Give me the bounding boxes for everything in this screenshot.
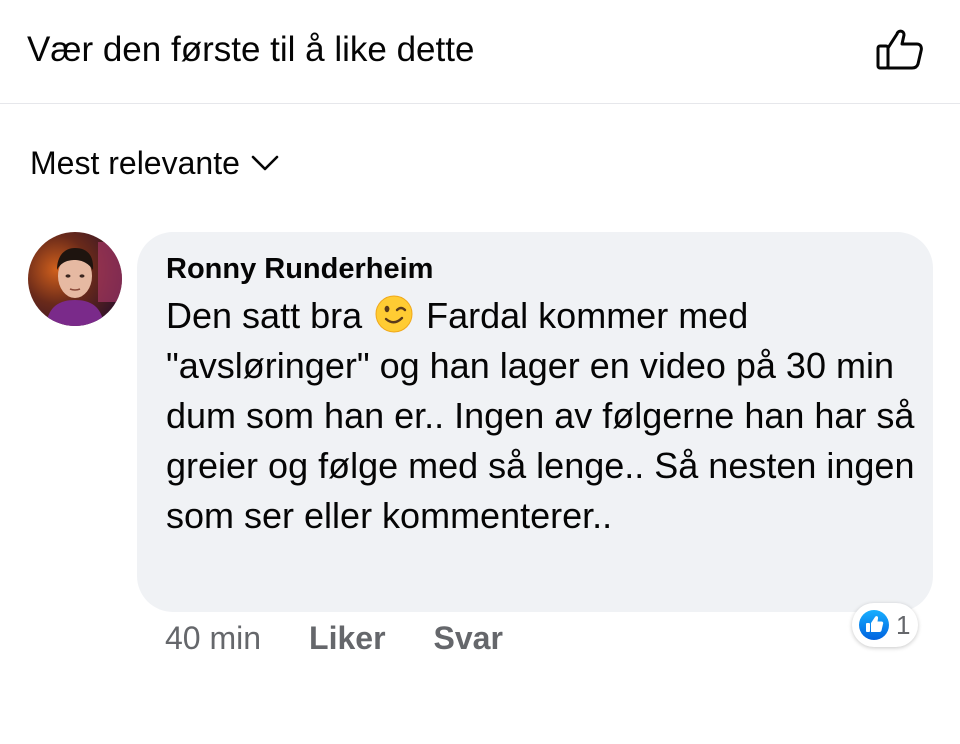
profile-photo: [28, 232, 122, 326]
reactions-header: Vær den første til å like dette: [0, 0, 960, 104]
comment-author[interactable]: Ronny Runderheim: [166, 251, 433, 287]
first-to-like-text[interactable]: Vær den første til å like dette: [27, 30, 474, 70]
comment-text-start: Den satt bra: [166, 295, 363, 336]
thumbs-up-outline-icon: [876, 29, 923, 70]
reaction-summary[interactable]: 1: [852, 603, 919, 647]
like-reaction-icon: [859, 610, 889, 640]
comment-timestamp[interactable]: 40 min: [165, 620, 261, 657]
winking-face-emoji: [375, 295, 413, 333]
like-comment-button[interactable]: Liker: [309, 620, 385, 657]
sort-dropdown[interactable]: Mest relevante: [30, 143, 280, 183]
comment-actions: 40 min Liker Svar: [165, 618, 503, 658]
reaction-count: 1: [896, 609, 911, 640]
avatar[interactable]: [28, 232, 122, 326]
like-post-button[interactable]: [875, 26, 925, 72]
comment-text: Den satt bra Fardal kommer med "avslørin…: [166, 291, 926, 541]
chevron-down-icon: [251, 155, 279, 171]
sort-label: Mest relevante: [30, 145, 240, 181]
comment-bubble: Ronny Runderheim Den satt bra Fardal kom…: [137, 232, 933, 612]
reply-button[interactable]: Svar: [434, 620, 503, 657]
